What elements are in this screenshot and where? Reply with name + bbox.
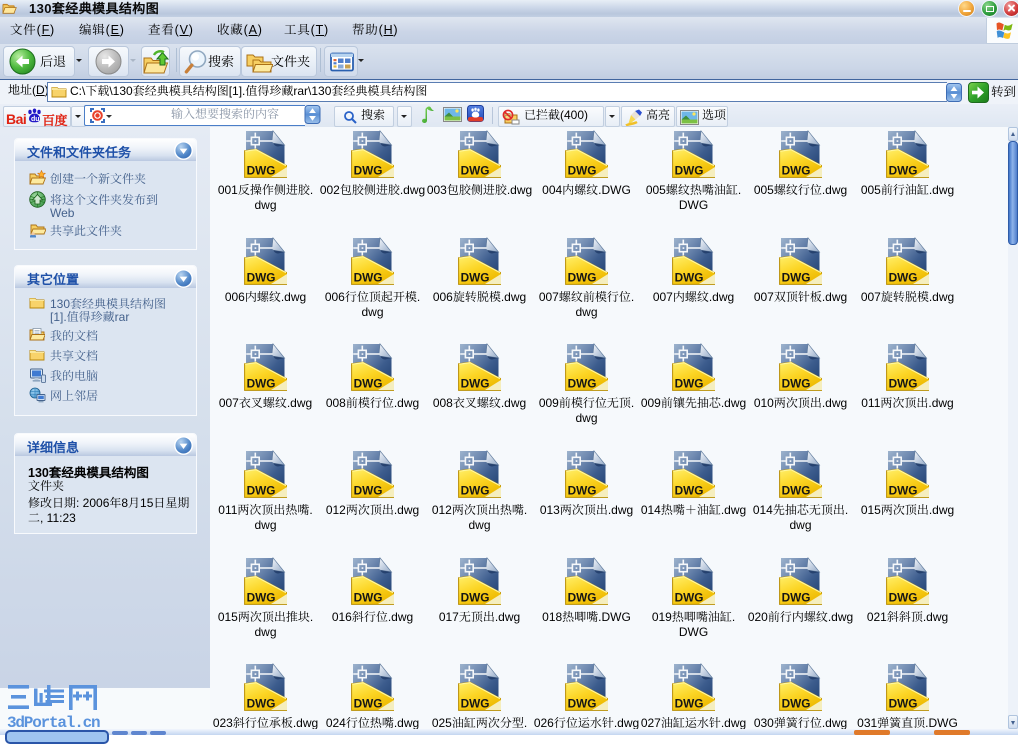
svg-text:du: du: [31, 116, 40, 123]
